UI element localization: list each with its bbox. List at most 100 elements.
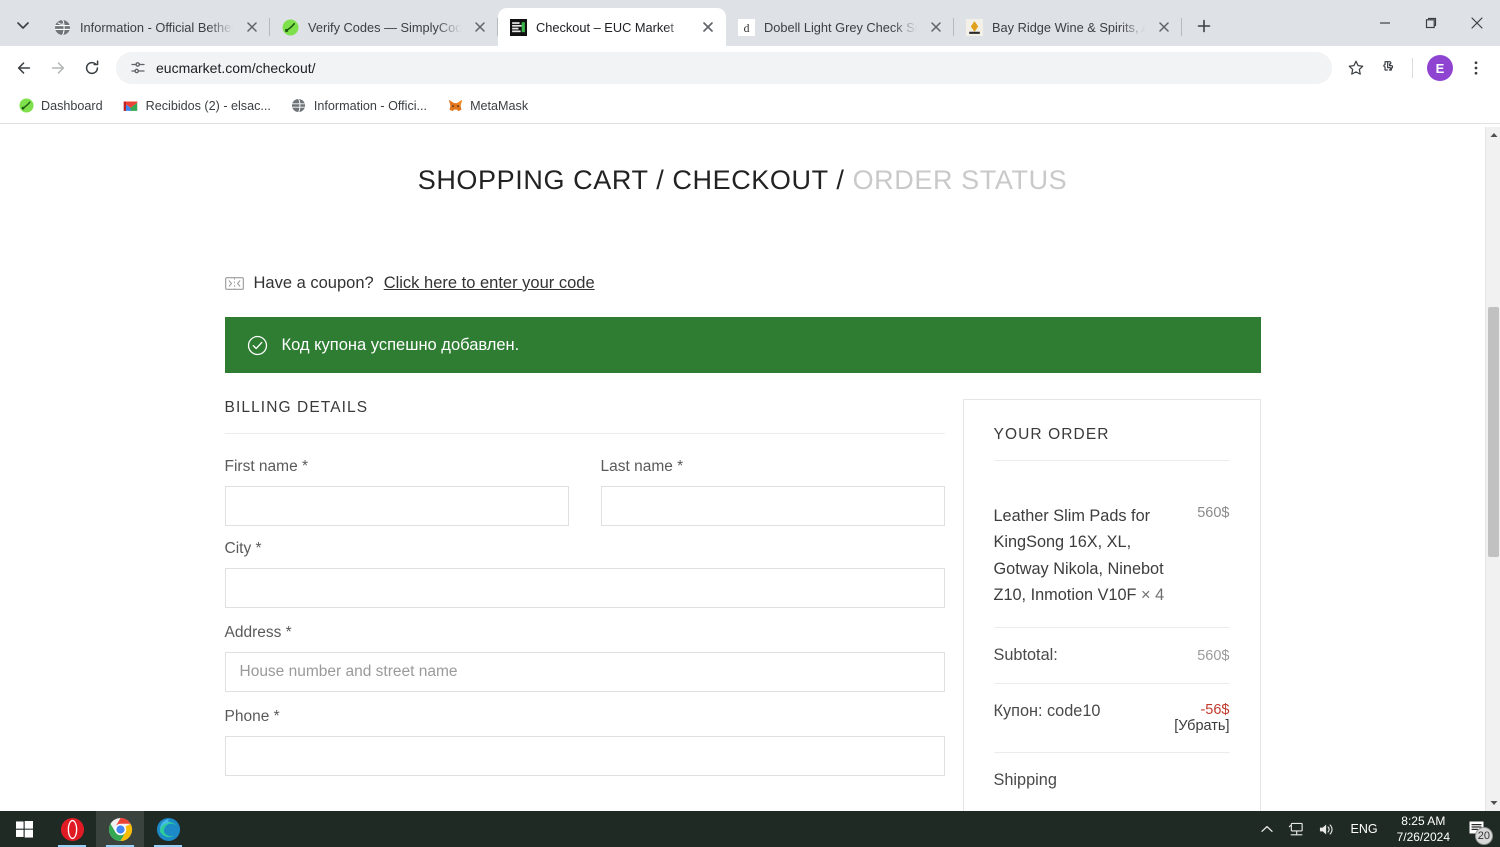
subtotal-label: Subtotal:: [993, 645, 1058, 664]
clock-time: 8:25 AM: [1401, 813, 1446, 828]
browser-tab-checkout-euc-market[interactable]: Checkout – EUC Market: [498, 8, 726, 46]
scrollbar-up-arrow[interactable]: [1486, 127, 1500, 143]
new-tab-button[interactable]: [1188, 10, 1220, 42]
phone-input[interactable]: [224, 736, 945, 776]
coupon-value-wrap: -56$ [Убрать]: [1174, 702, 1229, 734]
coupon-label: Купон: code10: [993, 701, 1101, 720]
bookmark-star-button[interactable]: [1340, 52, 1372, 84]
globe-icon: [291, 98, 307, 114]
order-summary-panel: YOUR ORDER Leather Slim Pads for KingSon…: [962, 399, 1261, 811]
maximize-icon: [1425, 17, 1437, 29]
breadcrumb-order-status: ORDER STATUS: [852, 165, 1068, 195]
first-name-field-group: First name *: [224, 458, 569, 526]
close-icon[interactable]: [1154, 17, 1174, 37]
minimize-button[interactable]: [1362, 0, 1408, 46]
language-indicator[interactable]: ENG: [1342, 822, 1387, 836]
breadcrumb-shopping-cart[interactable]: SHOPPING CART: [418, 165, 648, 195]
phone-field-group: Phone *: [224, 708, 945, 776]
bookmark-information[interactable]: Information - Offici...: [283, 94, 435, 118]
tab-title: Dobell Light Grey Check Sui: [764, 19, 917, 35]
tray-overflow-button[interactable]: [1252, 811, 1282, 847]
scrollbar-down-arrow[interactable]: [1486, 795, 1500, 811]
your-order-title: YOUR ORDER: [993, 426, 1230, 461]
bookmark-label: Dashboard: [41, 98, 103, 113]
forward-button[interactable]: [42, 52, 74, 84]
reload-button[interactable]: [76, 52, 108, 84]
bookmark-metamask[interactable]: MetaMask: [439, 94, 536, 118]
address-field-group: Address *: [224, 624, 945, 692]
checkout-page: SHOPPING CART / CHECKOUT / ORDER STATUS …: [0, 127, 1485, 811]
address-bar[interactable]: eucmarket.com/checkout/: [116, 52, 1332, 84]
first-name-input[interactable]: [224, 486, 569, 526]
breadcrumb: SHOPPING CART / CHECKOUT / ORDER STATUS: [113, 145, 1373, 196]
close-icon[interactable]: [242, 17, 262, 37]
page-scrollbar[interactable]: [1485, 127, 1500, 811]
breadcrumb-checkout[interactable]: CHECKOUT: [672, 165, 828, 195]
browser-tab-bay-ridge[interactable]: Bay Ridge Wine & Spirits, A: [954, 8, 1182, 46]
svg-text:d: d: [744, 21, 750, 34]
chrome-menu-button[interactable]: [1460, 52, 1492, 84]
browser-tab-information[interactable]: Information - Official Bethes: [42, 8, 270, 46]
gmail-icon: [123, 98, 139, 114]
taskbar-edge[interactable]: [144, 811, 192, 847]
address-input[interactable]: [224, 652, 945, 692]
notification-badge: 20: [1474, 827, 1493, 845]
bookmark-dashboard[interactable]: Dashboard: [10, 94, 111, 118]
windows-taskbar: ENG 8:25 AM 7/26/2024 20: [0, 811, 1500, 847]
toolbar-divider: [1412, 58, 1413, 78]
euc-market-icon: [510, 18, 527, 36]
close-window-button[interactable]: [1454, 0, 1500, 46]
subtotal-value-wrap: 560$: [1197, 646, 1229, 665]
city-input[interactable]: [224, 568, 945, 608]
notice-text: Код купона успешно добавлен.: [281, 335, 520, 354]
subtotal-row: Subtotal: 560$: [993, 628, 1230, 684]
simplycode-icon: [18, 98, 34, 114]
arrow-left-icon: [17, 62, 31, 74]
window-controls: [1362, 0, 1500, 46]
back-button[interactable]: [8, 52, 40, 84]
order-item-amount: 560$: [1197, 505, 1230, 521]
page-viewport: SHOPPING CART / CHECKOUT / ORDER STATUS …: [0, 127, 1500, 811]
tab-title: Checkout – EUC Market: [536, 19, 674, 35]
site-settings-icon[interactable]: [130, 60, 146, 76]
ticket-icon: [224, 277, 244, 290]
volume-button[interactable]: [1312, 811, 1342, 847]
coupon-remove-link[interactable]: [Убрать]: [1174, 718, 1229, 734]
scrollbar-thumb[interactable]: [1488, 307, 1499, 557]
close-icon[interactable]: [926, 17, 946, 37]
maximize-button[interactable]: [1408, 0, 1454, 46]
taskbar-chrome[interactable]: [96, 811, 144, 847]
network-icon: [1288, 822, 1303, 835]
notification-center-button[interactable]: 20: [1460, 811, 1494, 847]
bookmark-label: Information - Offici...: [313, 98, 428, 113]
coupon-enter-code-link[interactable]: Click here to enter your code: [384, 274, 595, 293]
network-button[interactable]: [1282, 811, 1312, 847]
browser-tab-dobell[interactable]: d Dobell Light Grey Check Sui: [726, 8, 954, 46]
browser-tab-verify-codes[interactable]: Verify Codes — SimplyCode: [270, 8, 498, 46]
coupon-discount-value: -56$: [1200, 701, 1230, 718]
last-name-input[interactable]: [600, 486, 945, 526]
chevron-down-icon: [17, 22, 29, 29]
address-bar-url: eucmarket.com/checkout/: [156, 60, 316, 76]
profile-avatar[interactable]: E: [1427, 55, 1453, 81]
check-circle-icon: [247, 335, 267, 355]
extensions-button[interactable]: [1374, 52, 1406, 84]
close-icon[interactable]: [698, 17, 718, 37]
bookmark-recibidos[interactable]: Recibidos (2) - elsac...: [115, 94, 279, 118]
taskbar-opera[interactable]: [48, 811, 96, 847]
last-name-label: Last name *: [600, 458, 684, 475]
puzzle-piece-icon: [1383, 61, 1394, 71]
tab-strip: Information - Official Bethes Verify Cod…: [0, 0, 1500, 46]
close-icon: [1471, 17, 1483, 29]
chevron-up-icon: [1260, 825, 1273, 832]
arrow-right-icon: [51, 62, 65, 74]
plus-icon: [1197, 19, 1211, 33]
globe-icon: [55, 19, 70, 35]
tab-search-button[interactable]: [4, 8, 42, 42]
start-button[interactable]: [0, 811, 48, 847]
close-icon[interactable]: [470, 17, 490, 37]
bookmark-label: Recibidos (2) - elsac...: [145, 98, 271, 113]
coupon-success-notice: Код купона успешно добавлен.: [224, 317, 1261, 373]
clock[interactable]: 8:25 AM 7/26/2024: [1387, 813, 1460, 845]
city-field-group: City *: [224, 540, 945, 608]
